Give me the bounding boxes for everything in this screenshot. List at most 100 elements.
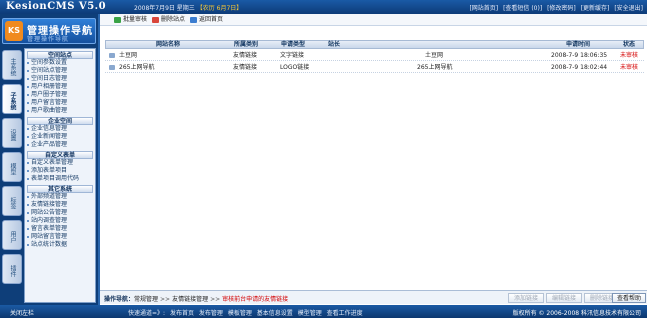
check-icon — [114, 17, 121, 23]
table-row[interactable]: 265上网导航 友情链接 LOGO链接 265上网导航 2008-7-9 18:… — [105, 62, 644, 73]
back-icon — [190, 17, 197, 23]
col-category: 所属类别 — [234, 41, 259, 48]
vertical-tabs: 主系统 子系统 设置 模型 标签 用户 插件 — [2, 50, 22, 302]
breadcrumb-current: 审核前台申请的友情链接 — [222, 296, 289, 303]
cell-apply-type: 文字链接 — [280, 52, 305, 59]
date-text: 2008年7月9日 星期三 — [134, 5, 195, 12]
cell-status[interactable]: 未审核 — [620, 52, 638, 60]
tab-sub-system[interactable]: 子系统 — [2, 84, 22, 114]
quick-links: 快速通道=》: 发布首页 发布管理 模板管理 基本信息设置 模型管理 查看工作进… — [128, 308, 366, 317]
breadcrumb-separator: >> — [210, 296, 221, 303]
cell-apply-time: 2008-7-9 18:02:44 — [551, 64, 608, 71]
col-apply-time: 申请时间 — [566, 41, 591, 48]
menu-item[interactable]: 用户歌曲管理 — [25, 107, 95, 115]
menu-item[interactable]: 网站留言管理 — [25, 233, 95, 241]
app-title: KesionCMS V5.0 — [6, 1, 107, 12]
col-webmaster: 站长 — [328, 41, 341, 48]
menu-item[interactable]: 网站公告管理 — [25, 209, 95, 217]
quick-link-model-manage[interactable]: 模型管理 — [298, 310, 322, 317]
menu-item[interactable]: 外部频道管理 — [25, 193, 95, 201]
menu-item[interactable]: 站点统计数据 — [25, 241, 95, 249]
main-content: 批量审核 删除站点 返回首页 网站名称 所属类别 申请类型 站长 申请时间 状态… — [98, 14, 647, 305]
quick-link-work-progress[interactable]: 查看工作进度 — [327, 310, 363, 317]
menu-section-space: 空间站点 — [27, 51, 93, 59]
quick-link-basic-settings[interactable]: 基本信息设置 — [257, 310, 293, 317]
link-icon — [109, 65, 115, 70]
cell-webmaster: 土豆网 — [425, 52, 444, 59]
header-links: [网站首页] [查看短信 (0)] [修改密码] [更新缓存] [安全退出] — [466, 3, 643, 12]
menu-item[interactable]: 空间日志管理 — [25, 75, 95, 83]
menu-item[interactable]: 表单项目调用代码 — [25, 175, 95, 183]
toolbar: 批量审核 删除站点 返回首页 — [100, 14, 647, 26]
help-button[interactable]: 查看帮助 — [612, 293, 646, 303]
col-status: 状态 — [623, 41, 636, 48]
link-logout[interactable]: [安全退出] — [614, 5, 643, 12]
table-row[interactable]: 土豆网 友情链接 文字链接 土豆网 2008-7-9 18:06:35 未审核 — [105, 50, 644, 61]
menu-item[interactable]: 留言表单管理 — [25, 225, 95, 233]
tab-settings[interactable]: 设置 — [2, 118, 22, 148]
nav-logo: KS 管理操作导航 管理操作导航 — [2, 18, 96, 44]
breadcrumb-item[interactable]: 友情链接管理 — [172, 296, 208, 303]
left-navigation: KS 管理操作导航 管理操作导航 主系统 子系统 设置 模型 标签 用户 插件 … — [0, 14, 98, 305]
quick-link-publish-manage[interactable]: 发布管理 — [199, 310, 223, 317]
tab-main-system[interactable]: 主系统 — [2, 50, 22, 80]
link-view-messages[interactable]: [查看短信 (0)] — [503, 5, 542, 12]
menu-panel: 空间站点 空间参数设置 空间站点管理 空间日志管理 用户相册管理 用户圈子管理 … — [24, 48, 96, 303]
header-date: 2008年7月9日 星期三 【农历 6月7日】 — [134, 3, 242, 12]
quick-links-label: 快速通道=》: — [128, 310, 166, 317]
breadcrumb: 操作导航：常规管理 >> 友情链接管理 >> 审核前台申请的友情链接 — [104, 294, 288, 303]
add-link-button[interactable]: 添加链接 — [508, 293, 544, 303]
link-change-password[interactable]: [修改密码] — [547, 5, 576, 12]
menu-item[interactable]: 添加表单项目 — [25, 167, 95, 175]
cell-status[interactable]: 未审核 — [620, 64, 638, 72]
menu-item[interactable]: 友情链接管理 — [25, 201, 95, 209]
menu-item[interactable]: 站内调查管理 — [25, 217, 95, 225]
breadcrumb-separator: >> — [160, 296, 171, 303]
menu-section-enterprise: 企业空间 — [27, 117, 93, 125]
menu-item[interactable]: 用户留言管理 — [25, 99, 95, 107]
nav-logo-subtitle: 管理操作导航 — [27, 36, 70, 43]
link-icon — [109, 53, 115, 58]
cell-category: 友情链接 — [233, 52, 258, 59]
cell-webmaster: 265上网导航 — [417, 64, 453, 71]
batch-approve-button[interactable]: 批量审核 — [114, 16, 147, 24]
delete-site-label: 删除站点 — [161, 16, 186, 23]
menu-section-forms: 自定义表单 — [27, 151, 93, 159]
batch-approve-label: 批量审核 — [123, 16, 148, 23]
close-left-panel-link[interactable]: 关闭左栏 — [10, 308, 34, 317]
cell-apply-type: LOGO链接 — [280, 64, 310, 71]
bottom-footer: 关闭左栏 快速通道=》: 发布首页 发布管理 模板管理 基本信息设置 模型管理 … — [0, 305, 647, 318]
copyright: 版权所有 © 2006-2008 科汛信息技术有限公司 — [512, 310, 641, 317]
quick-link-publish-home[interactable]: 发布首页 — [170, 310, 194, 317]
table-header: 网站名称 所属类别 申请类型 站长 申请时间 状态 — [105, 40, 644, 49]
menu-item[interactable]: 企业新闻管理 — [25, 133, 95, 141]
cell-site-name[interactable]: 265上网导航 — [119, 64, 154, 72]
quick-link-template-manage[interactable]: 模板管理 — [228, 310, 252, 317]
menu-item[interactable]: 用户圈子管理 — [25, 91, 95, 99]
link-refresh-cache[interactable]: [更新缓存] — [581, 5, 610, 12]
breadcrumb-label: 操作导航： — [104, 296, 135, 303]
delete-icon — [152, 17, 159, 23]
col-apply-type: 申请类型 — [281, 41, 306, 48]
menu-item[interactable]: 自定义表单管理 — [25, 159, 95, 167]
menu-item[interactable]: 企业产品管理 — [25, 141, 95, 149]
tab-users[interactable]: 用户 — [2, 220, 22, 250]
menu-item[interactable]: 空间站点管理 — [25, 67, 95, 75]
col-site-name: 网站名称 — [156, 41, 181, 48]
back-home-button[interactable]: 返回首页 — [190, 16, 223, 24]
menu-item[interactable]: 企业信息管理 — [25, 125, 95, 133]
edit-link-button[interactable]: 编辑链接 — [546, 293, 582, 303]
menu-item[interactable]: 空间参数设置 — [25, 59, 95, 67]
menu-item[interactable]: 用户相册管理 — [25, 83, 95, 91]
breadcrumb-item[interactable]: 常规管理 — [134, 296, 158, 303]
cell-site-name[interactable]: 土豆网 — [119, 52, 137, 60]
bottom-action-bar: 操作导航：常规管理 >> 友情链接管理 >> 审核前台申请的友情链接 添加链接 编辑链接… — [100, 290, 647, 304]
delete-site-button[interactable]: 删除站点 — [152, 16, 185, 24]
link-site-home[interactable]: [网站首页] — [469, 5, 498, 12]
tab-models[interactable]: 模型 — [2, 152, 22, 182]
lunar-date-link[interactable]: 【农历 6月7日】 — [197, 5, 243, 12]
logo-badge-icon: KS — [5, 21, 23, 41]
top-header: KesionCMS V5.0 2008年7月9日 星期三 【农历 6月7日】 [… — [0, 0, 647, 14]
tab-labels[interactable]: 标签 — [2, 186, 22, 216]
tab-plugins[interactable]: 插件 — [2, 254, 22, 284]
